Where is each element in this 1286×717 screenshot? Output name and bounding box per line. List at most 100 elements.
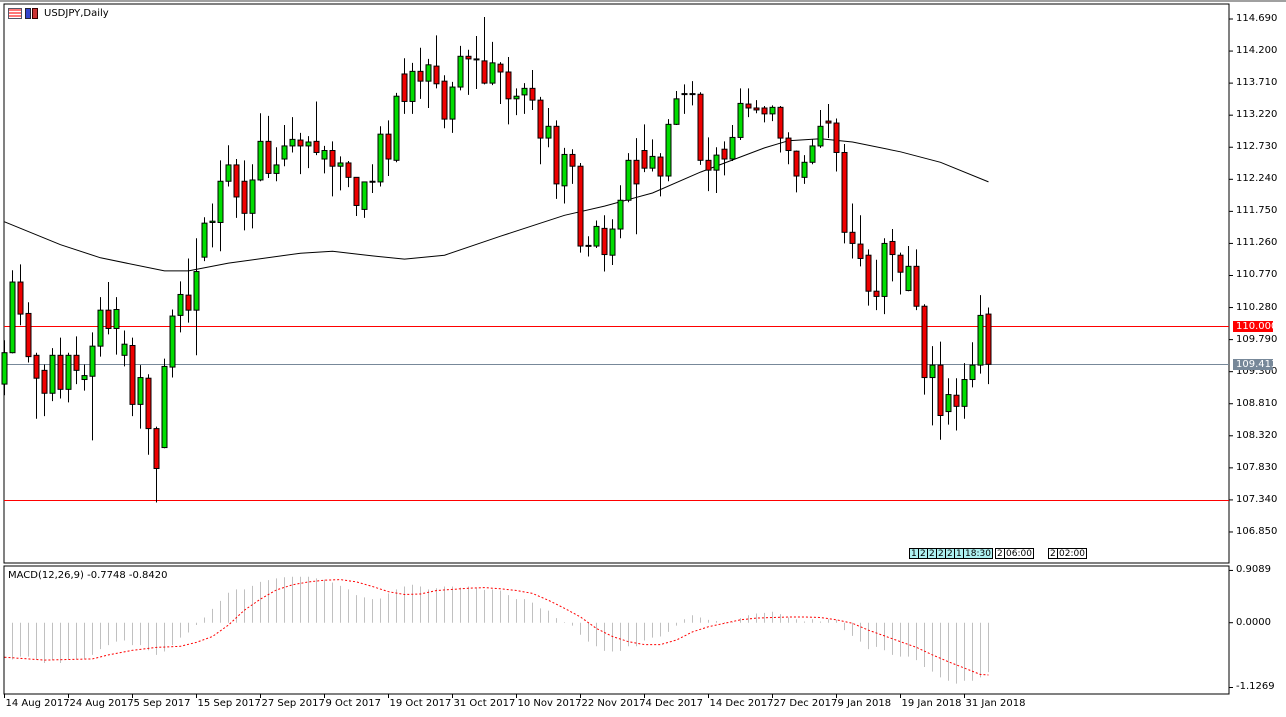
chart-canvas[interactable]: [0, 0, 1286, 717]
bull-candle-body: [689, 93, 696, 96]
candle: [81, 364, 88, 391]
bull-candle-body: [545, 125, 552, 139]
macd-label: MACD(12,26,9) -0.7748 -0.8420: [8, 570, 168, 581]
bear-candle-body: [313, 140, 320, 153]
date-tick-label: 14 Dec 2017: [709, 698, 774, 709]
bull-candle-body: [225, 164, 232, 182]
candle: [601, 215, 608, 272]
candle: [961, 363, 968, 419]
price-tick-label: 110.770: [1236, 269, 1278, 281]
candle: [297, 132, 304, 175]
chart-title: USDJPY,Daily: [44, 8, 109, 19]
candle: [913, 249, 920, 311]
date-tick-label: 9 Oct 2017: [325, 698, 381, 709]
candle: [817, 109, 824, 148]
bear-candle-body: [657, 156, 664, 177]
candle: [201, 217, 208, 262]
candle: [897, 252, 904, 295]
bear-candle-body: [297, 139, 304, 147]
bull-candle-body: [201, 222, 208, 258]
candle: [457, 45, 464, 91]
bull-candle-body: [97, 309, 104, 347]
bull-candle-body: [945, 394, 952, 413]
price-tick-label: 112.730: [1236, 141, 1278, 153]
bear-candle-body: [401, 73, 408, 102]
price-tick-label: 110.280: [1236, 301, 1278, 313]
candle: [849, 203, 856, 259]
candle: [873, 259, 880, 311]
candle: [801, 155, 808, 184]
candle: [57, 337, 64, 399]
bear-candle-body: [873, 290, 880, 297]
bid-price-badge: 109.413: [1233, 359, 1277, 370]
chart-window-icon[interactable]: [8, 8, 22, 19]
date-tick-label: 15 Sep 2017: [197, 698, 261, 709]
bear-candle-body: [73, 354, 80, 371]
bear-candle-body: [17, 281, 24, 315]
moving-average-line: [4, 138, 989, 272]
date-tick-label: 19 Jan 2018: [901, 698, 962, 709]
bull-candle-body: [521, 87, 528, 96]
candle: [49, 348, 56, 402]
price-tick-label: 106.850: [1236, 525, 1278, 537]
bear-candle-body: [577, 165, 584, 247]
candle: [1, 340, 8, 396]
candle: [89, 332, 96, 441]
macd-tick-label: 0.9089: [1236, 564, 1271, 576]
horizontal-levels: [4, 326, 1229, 501]
bear-candle-body: [465, 55, 472, 60]
bear-candle-body: [129, 344, 136, 405]
event-marker[interactable]: 02:00: [1057, 548, 1087, 559]
bull-candle-body: [585, 244, 592, 247]
bear-candle-body: [345, 162, 352, 178]
candle: [305, 136, 312, 169]
candle: [161, 358, 168, 449]
candle: [945, 378, 952, 425]
bull-candle-body: [609, 228, 616, 256]
price-tick-label: 111.750: [1236, 205, 1278, 217]
bear-candle-body: [33, 354, 40, 379]
price-tick-label: 109.790: [1236, 333, 1278, 345]
bear-candle-body: [25, 312, 32, 358]
candle: [673, 90, 680, 125]
candle: [425, 58, 432, 108]
candle: [713, 147, 720, 194]
date-tick-label: 9 Jan 2018: [837, 698, 892, 709]
candle: [841, 143, 848, 244]
bull-candle-body: [737, 102, 744, 138]
bear-candle-body: [145, 377, 152, 430]
bull-candle-body: [489, 62, 496, 84]
date-tick-label: 22 Nov 2017: [581, 698, 646, 709]
candle: [113, 297, 120, 355]
bear-candle-body: [353, 176, 360, 206]
bear-candle-body: [745, 103, 752, 109]
date-tick-label: 14 Aug 2017: [5, 698, 70, 709]
candle: [593, 220, 600, 249]
event-marker[interactable]: 18:30: [963, 548, 993, 559]
bear-candle-body: [793, 150, 800, 177]
bull-candle-body: [9, 281, 16, 354]
event-marker[interactable]: 06:00: [1004, 548, 1034, 559]
bull-candle-body: [961, 379, 968, 407]
candle: [329, 141, 336, 197]
candle: [145, 374, 152, 455]
candle: [137, 365, 144, 429]
candle: [497, 62, 504, 105]
bear-candle-body: [441, 80, 448, 120]
candle: [185, 258, 192, 323]
date-tick-label: 4 Dec 2017: [645, 698, 704, 709]
candle: [529, 70, 536, 110]
bear-candle-body: [505, 71, 512, 100]
bear-candle-body: [265, 140, 272, 174]
date-tick-label: 24 Aug 2017: [69, 698, 134, 709]
candle: [345, 160, 352, 188]
candle: [193, 238, 200, 356]
candle: [761, 106, 768, 123]
bear-candle-body: [105, 309, 112, 329]
bull-candle-body: [1, 352, 8, 385]
bull-candle-body: [65, 354, 72, 390]
bull-candle-body: [769, 106, 776, 115]
bull-candle-body: [209, 220, 216, 223]
bull-candle-body: [425, 64, 432, 82]
bear-candle-body: [921, 305, 928, 379]
